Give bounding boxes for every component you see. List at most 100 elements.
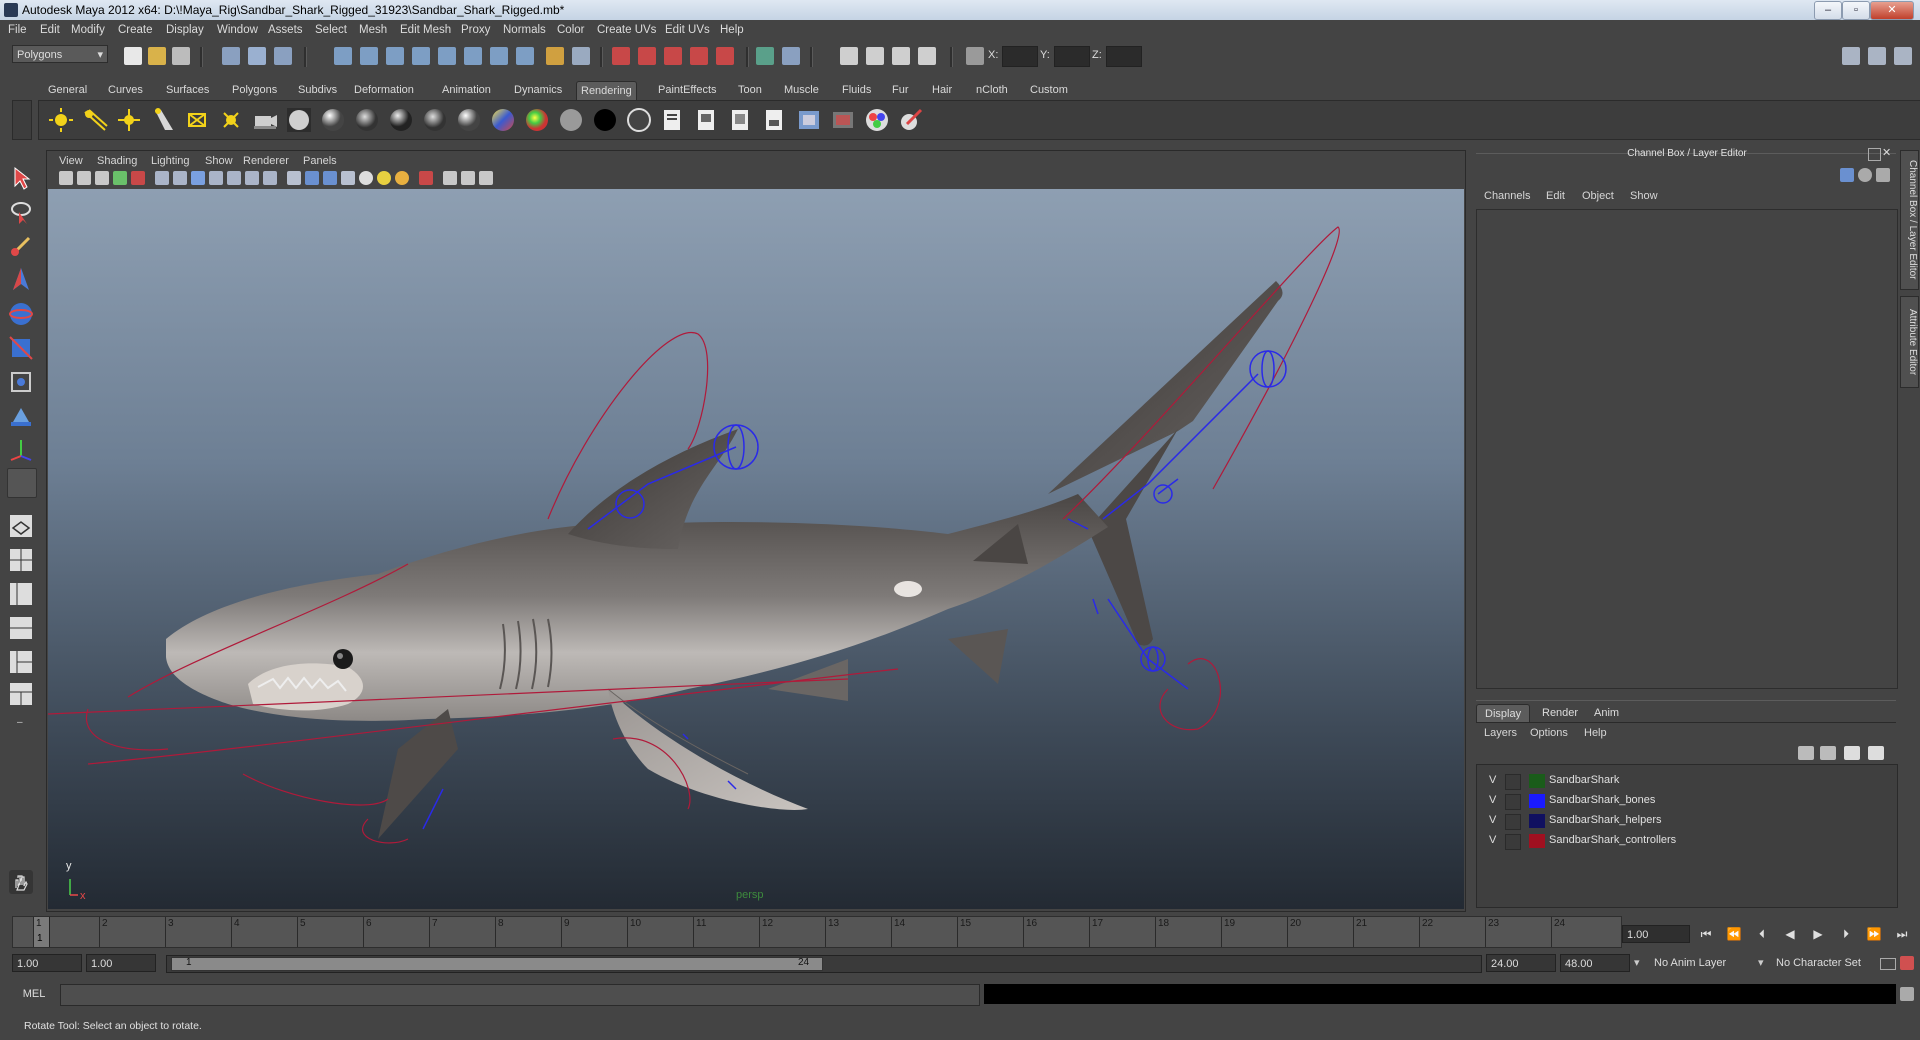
batch-render-shelf-icon[interactable] [829, 106, 857, 134]
menu-create-uvs[interactable]: Create UVs [597, 24, 656, 36]
menu-window[interactable]: Window [217, 24, 258, 36]
paint-brush-icon[interactable] [897, 106, 925, 134]
lambert-sphere-icon[interactable] [353, 106, 381, 134]
layer-menu-help[interactable]: Help [1584, 727, 1607, 739]
select-hierarchy-icon[interactable] [222, 47, 240, 65]
step-back-key-icon[interactable]: ⏪ [1724, 926, 1744, 942]
all-lights-icon[interactable] [377, 171, 391, 185]
use-background-icon[interactable] [591, 106, 619, 134]
shading-map-icon[interactable] [625, 106, 653, 134]
ambient-light-icon[interactable] [47, 106, 75, 134]
render-shelf-icon[interactable] [693, 106, 721, 134]
bookmark-icon[interactable] [95, 171, 109, 185]
move-layer-up-icon[interactable] [1798, 746, 1814, 760]
y-input[interactable] [1054, 46, 1090, 67]
directional-light-icon[interactable] [81, 106, 109, 134]
image-plane-icon[interactable] [113, 171, 127, 185]
animation-end-field[interactable]: 48.00 [1560, 954, 1630, 972]
graph-editor-layout-icon[interactable] [7, 614, 35, 642]
shadows-icon[interactable] [395, 171, 409, 185]
safe-title-icon[interactable] [263, 171, 277, 185]
new-layer-from-selected-icon[interactable] [1868, 746, 1884, 760]
close-window-button[interactable]: ✕ [1870, 1, 1914, 20]
tab-channel-box-layer-editor[interactable]: Channel Box / Layer Editor [1900, 150, 1919, 290]
shelf-tab-animation[interactable]: Animation [438, 81, 495, 99]
camera-icon[interactable] [251, 106, 279, 134]
layer-color-swatch[interactable] [1529, 794, 1545, 808]
animation-preferences-icon[interactable] [1900, 956, 1914, 970]
new-layer-icon[interactable] [1844, 746, 1860, 760]
universal-manipulator-icon[interactable] [7, 368, 35, 396]
menu-modify[interactable]: Modify [71, 24, 105, 36]
two-d-pan-zoom-icon[interactable] [131, 171, 145, 185]
menu-select[interactable]: Select [315, 24, 347, 36]
channel-box-icon-a[interactable] [1840, 168, 1854, 182]
wireframe-on-shaded-icon[interactable] [323, 171, 337, 185]
viewport-menu-shading[interactable]: Shading [97, 155, 137, 167]
x-input[interactable] [1002, 46, 1038, 67]
shelf-tab-painteffects[interactable]: PaintEffects [654, 81, 721, 99]
shelf-tab-curves[interactable]: Curves [104, 81, 147, 99]
chevron-down-icon[interactable]: ▾ [1758, 956, 1764, 969]
camera-attributes-icon[interactable] [77, 171, 91, 185]
mel-python-toggle[interactable]: MEL [14, 985, 54, 1003]
make-live-icon[interactable] [438, 47, 456, 65]
layer-tab-render[interactable]: Render [1534, 704, 1586, 722]
textured-icon[interactable] [341, 171, 355, 185]
layer-visibility-toggle[interactable]: V [1489, 794, 1496, 806]
step-back-frame-icon[interactable]: ⏴ [1752, 926, 1772, 942]
soft-modification-icon[interactable] [7, 402, 35, 430]
step-forward-frame-icon[interactable]: ⏵ [1836, 926, 1856, 942]
shelf-tab-ncloth[interactable]: nCloth [972, 81, 1012, 99]
shelf-tab-fluids[interactable]: Fluids [838, 81, 875, 99]
help-question-icon[interactable] [516, 47, 534, 65]
layer-visibility-toggle[interactable]: V [1489, 814, 1496, 826]
layer-color-swatch[interactable] [1529, 774, 1545, 788]
viewport-menu-panels[interactable]: Panels [303, 155, 337, 167]
layer-display-type-toggle[interactable] [1505, 794, 1521, 810]
open-scene-icon[interactable] [148, 47, 166, 65]
layer-tab-anim[interactable]: Anim [1586, 704, 1627, 722]
step-forward-key-icon[interactable]: ⏩ [1864, 926, 1884, 942]
history-icon[interactable] [490, 47, 508, 65]
menu-create[interactable]: Create [118, 24, 153, 36]
hypershade-sphere-icon[interactable] [285, 106, 313, 134]
viewport-menu-lighting[interactable]: Lighting [151, 155, 190, 167]
channel-menu-object[interactable]: Object [1582, 190, 1614, 202]
shelf-tab-general[interactable]: General [44, 81, 91, 99]
point-light-icon[interactable] [115, 106, 143, 134]
playback-start-field[interactable]: 1.00 [86, 954, 156, 972]
animation-start-field[interactable]: 1.00 [12, 954, 82, 972]
outliner-layout-icon[interactable] [7, 580, 35, 608]
channel-menu-edit[interactable]: Edit [1546, 190, 1565, 202]
channel-box-icon-b[interactable] [1858, 168, 1872, 182]
character-set-dropdown[interactable]: No Character Set [1776, 957, 1861, 969]
move-layer-down-icon[interactable] [1820, 746, 1836, 760]
shelf-tab-dynamics[interactable]: Dynamics [510, 81, 566, 99]
minimize-button[interactable]: – [1814, 1, 1842, 20]
anim-layer-dropdown[interactable]: No Anim Layer [1654, 957, 1726, 969]
xray-components-icon[interactable] [479, 171, 493, 185]
shelf-tab-muscle[interactable]: Muscle [780, 81, 823, 99]
menu-assets[interactable]: Assets [268, 24, 303, 36]
snap-view-plane-icon[interactable] [412, 47, 430, 65]
go-to-start-icon[interactable]: ⏮ [1696, 926, 1716, 942]
default-lighting-icon[interactable] [359, 171, 373, 185]
snap-curve-icon[interactable] [360, 47, 378, 65]
layer-menu-options[interactable]: Options [1530, 727, 1568, 739]
film-gate-icon[interactable] [173, 171, 187, 185]
snap-surface-icon[interactable] [464, 47, 482, 65]
menu-file[interactable]: File [8, 24, 27, 36]
ipr-shelf-icon[interactable] [727, 106, 755, 134]
shelf-tab-rendering[interactable]: Rendering [576, 81, 637, 100]
layer-visibility-toggle[interactable]: V [1489, 774, 1496, 786]
toggle-tool-settings-icon[interactable] [1868, 47, 1886, 65]
snap-grid-icon[interactable] [334, 47, 352, 65]
script-editor-icon[interactable] [1900, 987, 1914, 1001]
layer-display-type-toggle[interactable] [1505, 814, 1521, 830]
chevron-down-icon[interactable]: ▾ [1634, 956, 1640, 969]
spot-light-icon[interactable] [149, 106, 177, 134]
render-view-icon[interactable] [716, 47, 734, 65]
viewport-canvas[interactable]: y x persp [48, 189, 1464, 909]
smooth-shade-icon[interactable] [305, 171, 319, 185]
